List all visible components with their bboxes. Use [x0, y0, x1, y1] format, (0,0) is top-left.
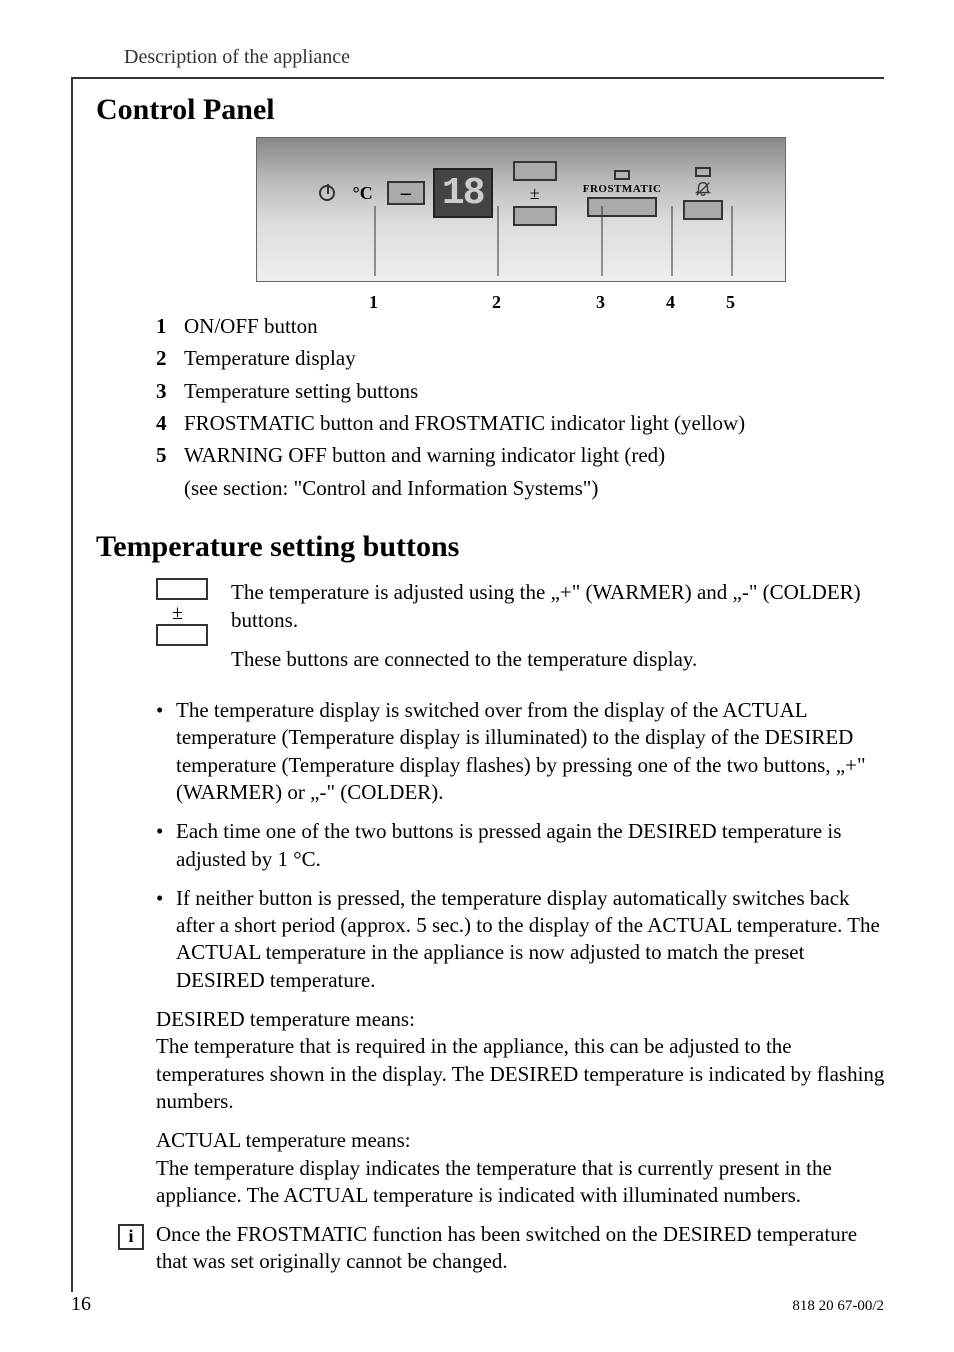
page-header: Description of the appliance: [124, 46, 350, 69]
intro-text: The temperature is adjusted using the „+…: [231, 578, 886, 683]
frostmatic-indicator: [614, 170, 630, 180]
bullet-text: The temperature display is switched over…: [176, 697, 886, 806]
intro-para-1: The temperature is adjusted using the „+…: [231, 578, 886, 635]
callout-1: 1: [369, 292, 378, 313]
callout-5: 5: [726, 292, 735, 313]
info-text: Once the FROSTMATIC function has been sw…: [156, 1221, 886, 1276]
actual-heading: ACTUAL temperature means:: [156, 1127, 886, 1154]
bullet-item: • Each time one of the two buttons is pr…: [156, 818, 886, 873]
warning-indicator: [695, 167, 711, 177]
page-number: 16: [71, 1293, 91, 1316]
legend-item: 3 Temperature setting buttons: [156, 377, 886, 405]
section-temp-buttons-title: Temperature setting buttons: [96, 530, 886, 564]
bullet-item: • The temperature display is switched ov…: [156, 697, 886, 806]
document-id: 818 20 67-00/2: [792, 1298, 884, 1315]
bullet-list: • The temperature display is switched ov…: [156, 697, 886, 994]
power-icon: [319, 185, 335, 201]
desired-heading: DESIRED temperature means:: [156, 1006, 886, 1033]
legend-text: WARNING OFF button and warning indicator…: [184, 441, 886, 469]
legend-item: 1 ON/OFF button: [156, 312, 886, 340]
legend-num: 5: [156, 441, 184, 469]
legend-item: 5 WARNING OFF button and warning indicat…: [156, 441, 886, 469]
bullet-marker: •: [156, 697, 176, 806]
bullet-marker: •: [156, 818, 176, 873]
legend-subtext: (see section: "Control and Information S…: [184, 474, 886, 502]
margin-horizontal-rule: [71, 77, 884, 79]
warning-button-graphic: [683, 200, 723, 220]
desired-text: The temperature that is required in the …: [156, 1033, 886, 1115]
minus-button-graphic-2: [513, 206, 557, 226]
info-block: i Once the FROSTMATIC function has been …: [118, 1221, 886, 1276]
bullet-text: Each time one of the two buttons is pres…: [176, 818, 886, 873]
minus-button-graphic: –: [387, 181, 425, 205]
callout-3: 3: [596, 292, 605, 313]
plus-minus-block: ±: [513, 161, 557, 226]
legend-num: 2: [156, 344, 184, 372]
temp-intro-row: ± The temperature is adjusted using the …: [156, 578, 886, 683]
plus-minus-icon-symbol: ±: [156, 602, 211, 624]
legend-num: 1: [156, 312, 184, 340]
temperature-display-graphic: 18: [433, 168, 493, 218]
margin-vertical-rule: [71, 77, 73, 1292]
bullet-item: • If neither button is pressed, the temp…: [156, 885, 886, 994]
intro-para-2: These buttons are connected to the tempe…: [231, 645, 886, 673]
plus-minus-symbol: ±: [513, 183, 557, 204]
legend-num: 4: [156, 409, 184, 437]
legend-text: FROSTMATIC button and FROSTMATIC indicat…: [184, 409, 886, 437]
info-icon: i: [118, 1224, 144, 1250]
legend-text: Temperature setting buttons: [184, 377, 886, 405]
frostmatic-label: FROSTMATIC: [583, 183, 662, 195]
actual-block: ACTUAL temperature means: The temperatur…: [156, 1127, 886, 1209]
desired-block: DESIRED temperature means: The temperatu…: [156, 1006, 886, 1115]
control-panel-diagram-container: °C – 18 ± FROSTMATIC: [156, 137, 886, 292]
callout-2: 2: [492, 292, 501, 313]
legend-item: 4 FROSTMATIC button and FROSTMATIC indic…: [156, 409, 886, 437]
legend-item: 2 Temperature display: [156, 344, 886, 372]
legend-text: Temperature display: [184, 344, 886, 372]
plus-minus-icon-block: ±: [156, 578, 211, 683]
legend-text: ON/OFF button: [184, 312, 886, 340]
plus-icon-graphic: [156, 578, 208, 600]
minus-icon-graphic: [156, 624, 208, 646]
callout-4: 4: [666, 292, 675, 313]
control-panel-diagram: °C – 18 ± FROSTMATIC: [256, 137, 786, 282]
legend-list: 1 ON/OFF button 2 Temperature display 3 …: [156, 312, 886, 502]
legend-num: 3: [156, 377, 184, 405]
actual-text: The temperature display indicates the te…: [156, 1155, 886, 1210]
section-control-panel-title: Control Panel: [96, 93, 886, 127]
warning-block: [683, 167, 723, 220]
frostmatic-block: FROSTMATIC: [583, 170, 662, 217]
celsius-label: °C: [353, 183, 373, 204]
bullet-text: If neither button is pressed, the temper…: [176, 885, 886, 994]
plus-button-graphic: [513, 161, 557, 181]
bell-mute-icon: [694, 180, 712, 198]
frostmatic-button-graphic: [587, 197, 657, 217]
bullet-marker: •: [156, 885, 176, 994]
